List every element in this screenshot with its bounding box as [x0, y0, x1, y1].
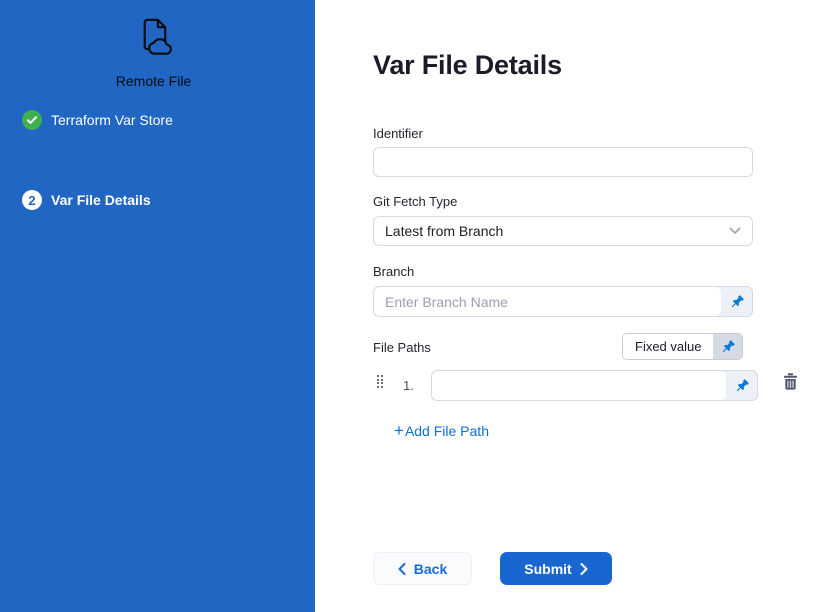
add-file-path-label: Add File Path — [405, 423, 489, 439]
drag-handle[interactable] — [377, 375, 385, 388]
pin-icon — [720, 339, 736, 355]
back-button-label: Back — [414, 561, 447, 577]
step-label: Terraform Var Store — [51, 112, 173, 128]
row-index: 1. — [403, 378, 414, 393]
runtime-pin-button[interactable] — [721, 287, 752, 316]
remote-file-icon — [132, 14, 175, 58]
file-paths-input-type-button[interactable]: Fixed value — [622, 333, 743, 360]
git-fetch-type-select[interactable]: Latest from Branch — [373, 216, 753, 246]
chevron-left-icon — [398, 563, 406, 575]
git-fetch-type-label: Git Fetch Type — [373, 194, 457, 209]
submit-button[interactable]: Submit — [500, 552, 612, 585]
step-number-badge: 2 — [22, 190, 42, 210]
var-file-details-panel: Var File Details Identifier Git Fetch Ty… — [315, 0, 836, 612]
identifier-input[interactable] — [373, 147, 753, 177]
chevron-right-icon — [580, 563, 588, 575]
runtime-pin-button[interactable] — [726, 371, 757, 400]
step-label: Var File Details — [51, 192, 151, 208]
sidebar-step-terraform-var-store[interactable]: Terraform Var Store — [22, 110, 173, 130]
chevron-down-icon — [729, 227, 741, 235]
runtime-pin-button[interactable] — [713, 334, 742, 359]
branch-input[interactable] — [374, 287, 721, 316]
plus-icon: + — [394, 424, 404, 438]
git-fetch-type-value: Latest from Branch — [385, 223, 503, 239]
file-path-input-group — [431, 370, 758, 401]
submit-button-label: Submit — [524, 561, 571, 577]
page-title: Var File Details — [373, 50, 562, 81]
back-button[interactable]: Back — [373, 552, 472, 585]
pin-icon — [734, 378, 750, 394]
check-icon — [22, 110, 42, 130]
file-path-input[interactable] — [432, 371, 726, 400]
delete-row-button[interactable] — [782, 373, 798, 390]
trash-icon — [783, 373, 798, 390]
identifier-label: Identifier — [373, 126, 423, 141]
branch-input-group — [373, 286, 753, 317]
wizard-dialog: Remote File Terraform Var Store 2 Var Fi… — [0, 0, 836, 612]
pin-icon — [729, 294, 745, 310]
input-type-value: Fixed value — [623, 334, 713, 359]
file-paths-label: File Paths — [373, 340, 431, 355]
branch-label: Branch — [373, 264, 414, 279]
wizard-sidebar: Remote File Terraform Var Store 2 Var Fi… — [0, 0, 315, 612]
wizard-header-label: Remote File — [0, 73, 307, 89]
add-file-path-button[interactable]: + Add File Path — [394, 423, 489, 439]
sidebar-step-var-file-details[interactable]: 2 Var File Details — [22, 190, 151, 210]
